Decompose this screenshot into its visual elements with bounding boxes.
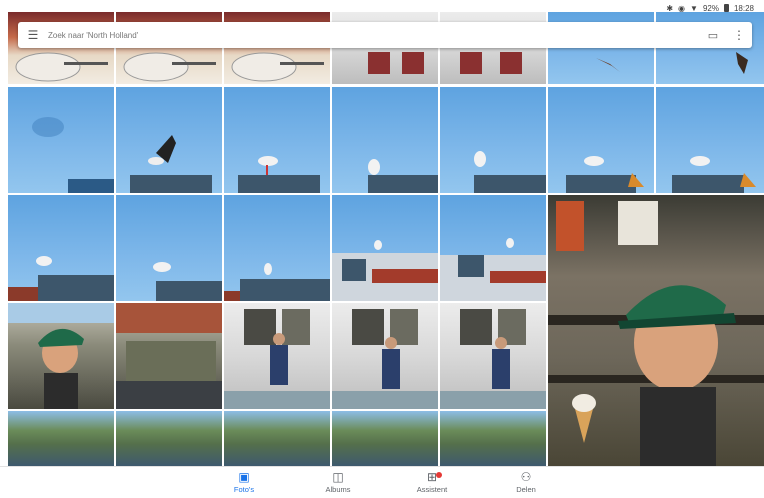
more-vert-icon[interactable]: ⋮ — [726, 28, 752, 42]
alarm-icon: ◉ — [678, 3, 686, 13]
photo-canal-2[interactable] — [116, 411, 222, 466]
album-icon: ◫ — [332, 470, 344, 484]
search-bar[interactable]: ☰ Zoek naar 'North Holland' ▭ ⋮ — [18, 22, 752, 48]
photo-stork-roof-6[interactable] — [656, 87, 764, 193]
share-people-icon: ⚇ — [520, 470, 532, 484]
photo-stork-roof-9[interactable] — [224, 195, 330, 301]
photo-boy-window-2[interactable] — [332, 303, 438, 409]
clock: 18:28 — [733, 3, 754, 13]
photo-boy-window-3[interactable] — [440, 303, 546, 409]
menu-icon[interactable]: ☰ — [18, 28, 48, 42]
photo-stork-building-2[interactable] — [440, 195, 546, 301]
wifi-icon: ▼ — [690, 3, 698, 13]
nav-sharing-label: Delen — [516, 485, 536, 494]
battery-percent: 92% — [702, 3, 719, 13]
battery-icon — [723, 4, 729, 12]
search-input[interactable]: Zoek naar 'North Holland' — [48, 31, 700, 40]
photo-stork-roof-1[interactable] — [116, 87, 222, 193]
photo-street-scene[interactable] — [116, 303, 222, 409]
photo-stork-building-1[interactable] — [332, 195, 438, 301]
photo-stork-roof-3[interactable] — [332, 87, 438, 193]
notification-badge — [436, 472, 442, 478]
photo-sky-blur[interactable] — [8, 87, 114, 193]
photo-canal-1[interactable] — [8, 411, 114, 466]
photo-stork-roof-2[interactable] — [224, 87, 330, 193]
bluetooth-icon: ✱ — [666, 3, 674, 13]
photo-canal-5[interactable] — [440, 411, 546, 466]
photo-stork-roof-4[interactable] — [440, 87, 546, 193]
photo-icon: ▣ — [238, 470, 250, 484]
nav-sharing[interactable]: ⚇ Delen — [496, 469, 556, 494]
photo-stork-roof-7[interactable] — [8, 195, 114, 301]
nav-albums-label: Albums — [325, 485, 351, 494]
photo-canal-4[interactable] — [332, 411, 438, 466]
photo-canal-3[interactable] — [224, 411, 330, 466]
photo-grid — [0, 12, 764, 466]
cast-icon[interactable]: ▭ — [700, 29, 726, 42]
nav-photos[interactable]: ▣ Foto's — [214, 469, 274, 494]
bottom-navigation: ▣ Foto's ◫ Albums ⊞ Assistent ⚇ Delen — [0, 466, 764, 498]
status-bar: ✱ ◉ ▼ 92% 18:28 — [0, 0, 764, 16]
nav-assistant[interactable]: ⊞ Assistent — [402, 469, 462, 494]
photo-stork-roof-8[interactable] — [116, 195, 222, 301]
nav-photos-label: Foto's — [233, 485, 255, 494]
photo-boy-window-1[interactable] — [224, 303, 330, 409]
photo-stork-roof-5[interactable] — [548, 87, 654, 193]
photo-boy-icecream-large[interactable] — [548, 195, 764, 466]
assistant-icon: ⊞ — [426, 470, 438, 484]
photo-boy-icecream-small[interactable] — [8, 303, 114, 409]
nav-albums[interactable]: ◫ Albums — [308, 469, 368, 494]
nav-assistant-label: Assistent — [416, 485, 448, 494]
